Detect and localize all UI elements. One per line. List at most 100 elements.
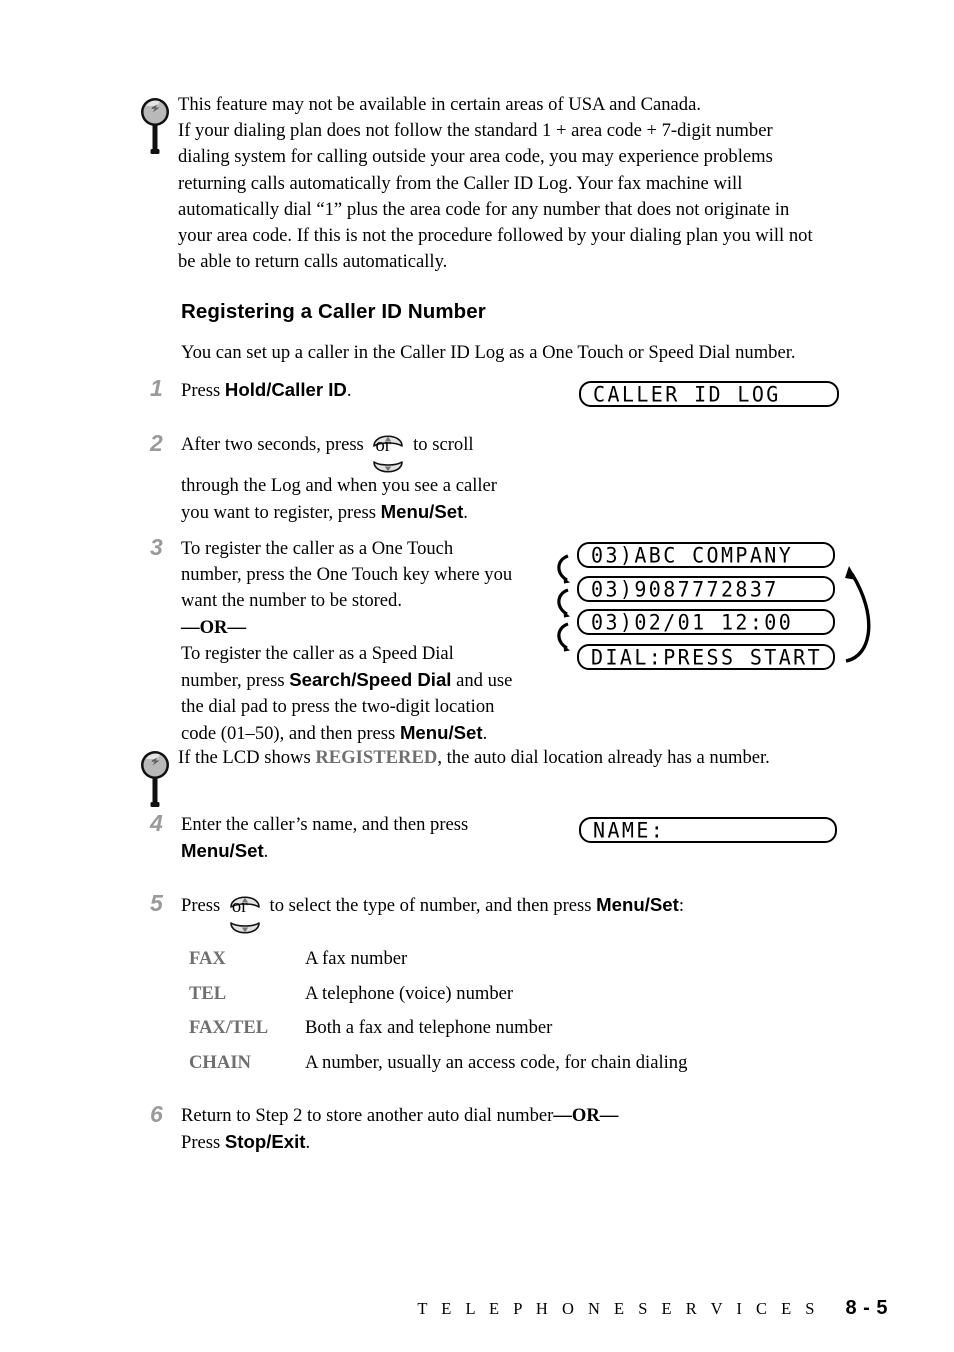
- section-heading: Registering a Caller ID Number: [181, 300, 486, 323]
- lcd-text: CALLER ID LOG: [593, 381, 781, 407]
- step-number-4: 4: [150, 810, 163, 836]
- step-3-line7-post: .: [482, 723, 488, 745]
- step-3-line-7: code (01–50), and then press Menu/Set.: [181, 720, 541, 747]
- step-5-mid: to select the type of number, and then p…: [264, 895, 597, 916]
- step-2-line3-pre: you want to register, press: [181, 502, 381, 524]
- step-4-line-2: Menu/Set.: [181, 838, 541, 865]
- step-2-text-cont: through the Log and when you see a calle…: [181, 473, 581, 526]
- type-description: Both a fax and telephone number: [305, 1017, 553, 1038]
- step-6-line-2: Press Stop/Exit.: [181, 1129, 741, 1156]
- step-2-line-2: through the Log and when you see a calle…: [181, 475, 497, 496]
- up-down-key-icon[interactable]: or: [225, 896, 265, 934]
- step-6-or: —OR—: [553, 1105, 619, 1126]
- lcd-cycle-2: 03)9087772837: [577, 576, 835, 602]
- key-menu-set: Menu/Set: [596, 894, 679, 915]
- step-3-line-6: the dial pad to press the two-digit loca…: [181, 696, 495, 718]
- step-3-line-4: To register the caller as a Speed Dial: [181, 642, 454, 664]
- lcd-cycle-4: DIAL:PRESS START: [577, 644, 835, 670]
- step-6-text: Return to Step 2 to store another auto d…: [181, 1103, 741, 1156]
- step-number-2: 2: [150, 430, 163, 456]
- type-description: A telephone (voice) number: [305, 982, 514, 1004]
- lcd-step-arrows-left: [548, 552, 584, 679]
- step-2-text: After two seconds, press or to scroll: [181, 432, 581, 473]
- footer-chapter-title: T E L E P H O N E S E R V I C E S: [417, 1299, 820, 1318]
- key-menu-set: Menu/Set: [380, 501, 464, 523]
- step-5-pre: Press: [181, 895, 225, 916]
- note-text: This feature may not be available in cer…: [178, 92, 813, 275]
- step-6-line2-post: .: [305, 1132, 311, 1154]
- step-2-line3-post: .: [463, 502, 468, 524]
- step-number-3: 3: [150, 534, 163, 560]
- footer-page-number: 8 - 5: [845, 1297, 888, 1319]
- magnifier-note-icon: [140, 747, 170, 814]
- step-3-line-2: number, press the One Touch key where yo…: [181, 564, 513, 586]
- lcd-name-prompt: NAME:: [579, 817, 837, 843]
- magnifier-note-icon: [140, 94, 170, 161]
- registered-post: , the auto dial location already has a n…: [437, 747, 770, 768]
- step-3-line5-post: and use: [451, 670, 513, 692]
- table-row: TEL A telephone (voice) number: [189, 983, 829, 1018]
- step-5-line: Press or to select the type of number, a…: [181, 892, 801, 934]
- page-footer: T E L E P H O N E S E R V I C E S 8 - 5: [417, 1297, 888, 1320]
- step-3-line5-pre: number, press: [181, 670, 290, 692]
- step-4-text: Enter the caller’s name, and then press …: [181, 812, 541, 865]
- note-block-registered: If the LCD shows REGISTERED, the auto di…: [140, 745, 885, 814]
- step-number-5: 5: [150, 890, 163, 916]
- lcd-caller-id-log: CALLER ID LOG: [579, 381, 839, 407]
- type-key: FAX/TEL: [189, 1017, 269, 1038]
- key-menu-set: Menu/Set: [399, 722, 483, 744]
- up-down-key-icon[interactable]: or: [368, 435, 408, 473]
- lcd-text: 03)9087772837: [591, 576, 779, 602]
- note-line: automatically dial “1” plus the area cod…: [178, 198, 790, 220]
- note-line: dialing system for calling outside your …: [178, 146, 773, 168]
- step-1-pre: Press: [181, 380, 225, 401]
- table-row: FAX/TEL Both a fax and telephone number: [189, 1017, 829, 1052]
- type-description: A number, usually an access code, for ch…: [305, 1051, 688, 1073]
- step-1-post: .: [346, 380, 352, 401]
- type-description: A fax number: [305, 948, 408, 969]
- note-block-top: This feature may not be available in cer…: [140, 92, 885, 275]
- lcd-cycle-3: 03)02/01 12:00: [577, 609, 835, 635]
- table-row: CHAIN A number, usually an access code, …: [189, 1052, 829, 1087]
- registered-pre: If the LCD shows: [178, 747, 316, 768]
- table-row: FAX A fax number: [189, 948, 829, 983]
- note-line: This feature may not be available in cer…: [178, 94, 702, 115]
- key-stop-exit: Stop/Exit: [224, 1131, 306, 1153]
- step-2-line-1: After two seconds, press or to scroll: [181, 432, 581, 473]
- type-key: TEL: [189, 982, 227, 1004]
- step-6-line-1: Return to Step 2 to store another auto d…: [181, 1103, 741, 1129]
- step-2-line-3: you want to register, press Menu/Set.: [181, 499, 581, 526]
- step-3-line7-pre: code (01–50), and then press: [181, 723, 400, 745]
- registered-note-text: If the LCD shows REGISTERED, the auto di…: [178, 745, 770, 771]
- lcd-text: DIAL:PRESS START: [591, 644, 823, 670]
- step-number-6: 6: [150, 1101, 163, 1127]
- type-key: CHAIN: [189, 1051, 251, 1073]
- up-down-or-label: or: [231, 896, 248, 917]
- step-6-line2-pre: Press: [181, 1132, 225, 1154]
- lcd-text: NAME:: [593, 817, 666, 843]
- lcd-text: 03)ABC COMPANY: [591, 542, 794, 568]
- step-number-1: 1: [150, 375, 163, 401]
- registered-keyword: REGISTERED: [315, 747, 438, 768]
- manual-page: This feature may not be available in cer…: [0, 0, 954, 1352]
- lcd-loop-arrow-right: [836, 560, 884, 675]
- note-line: be able to return calls automatically.: [178, 251, 448, 273]
- step-3-line-1: To register the caller as a One Touch: [181, 538, 454, 559]
- step-2-post: to scroll: [408, 434, 474, 455]
- type-key: FAX: [189, 948, 226, 969]
- key-menu-set: Menu/Set: [181, 840, 264, 862]
- step-4-line-1: Enter the caller’s name, and then press: [181, 814, 469, 835]
- step-6-line1-pre: Return to Step 2 to store another auto d…: [181, 1105, 554, 1126]
- note-line: your area code. If this is not the proce…: [178, 225, 813, 247]
- note-line: returning calls automatically from the C…: [178, 172, 743, 194]
- intro-paragraph: You can set up a caller in the Caller ID…: [181, 342, 796, 363]
- key-search-speed-dial: Search/Speed Dial: [289, 669, 452, 691]
- key-hold-caller-id: Hold/Caller ID: [224, 379, 347, 400]
- step-1-text: Press Hold/Caller ID.: [181, 377, 531, 404]
- note-line: If your dialing plan does not follow the…: [178, 120, 773, 142]
- step-5-post: :: [678, 895, 684, 916]
- step-2-pre: After two seconds, press: [181, 434, 369, 455]
- step-3-line-3: want the number to be stored.: [181, 590, 403, 612]
- registered-note-line: If the LCD shows REGISTERED, the auto di…: [178, 745, 770, 771]
- step-5-text: Press or to select the type of number, a…: [181, 892, 801, 934]
